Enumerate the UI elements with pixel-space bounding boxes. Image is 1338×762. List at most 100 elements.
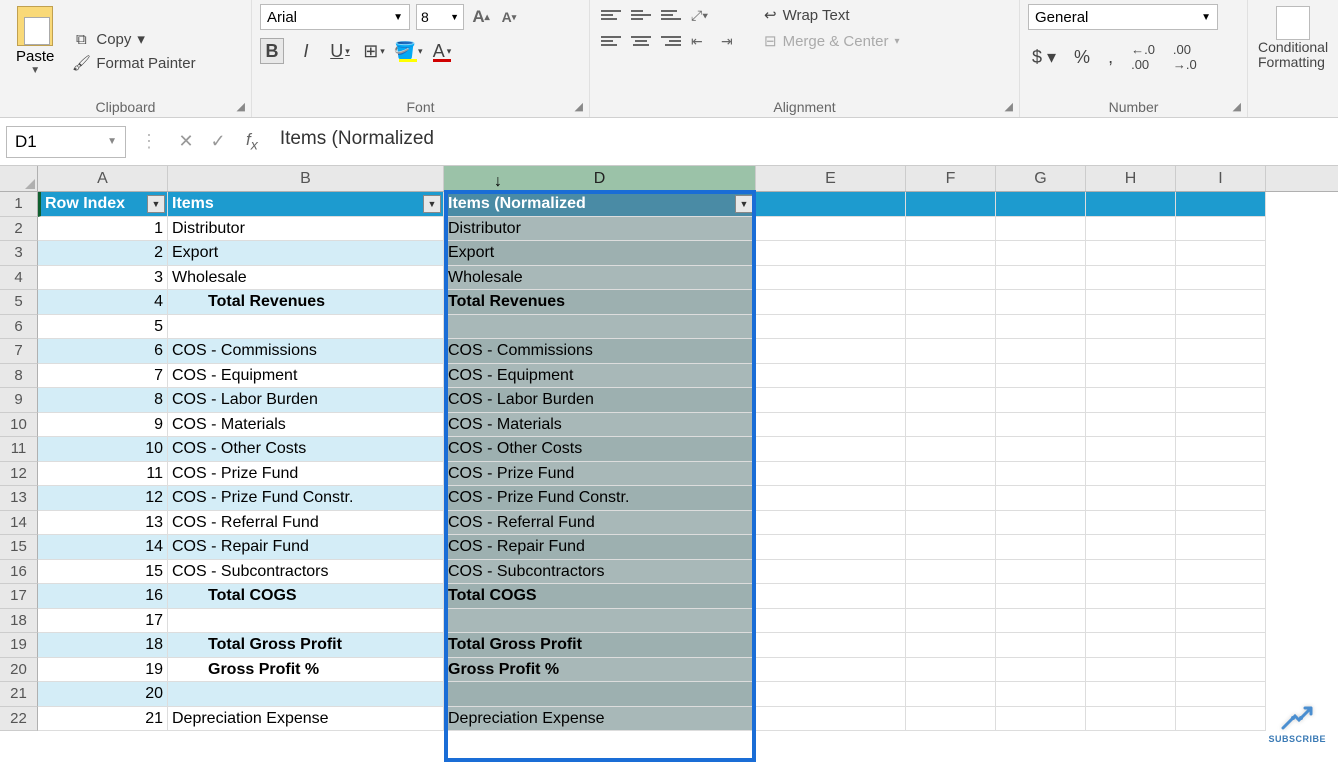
- cell[interactable]: [996, 707, 1086, 732]
- cell[interactable]: [996, 511, 1086, 536]
- cell[interactable]: [1086, 413, 1176, 438]
- cell[interactable]: [1176, 560, 1266, 585]
- row-header[interactable]: 8: [0, 364, 38, 389]
- column-header-E[interactable]: E: [756, 166, 906, 191]
- row-header[interactable]: 1: [0, 192, 38, 217]
- row-header[interactable]: 17: [0, 584, 38, 609]
- cell[interactable]: [1176, 290, 1266, 315]
- row-header[interactable]: 18: [0, 609, 38, 634]
- conditional-formatting-button[interactable]: Conditional Formatting: [1256, 4, 1330, 73]
- bold-button[interactable]: B: [260, 38, 284, 64]
- cell[interactable]: [756, 192, 906, 217]
- cell[interactable]: COS - Materials: [168, 413, 444, 438]
- copy-button[interactable]: ⧉ Copy ▾: [66, 28, 201, 50]
- cell[interactable]: [996, 462, 1086, 487]
- accounting-format-button[interactable]: $ ▾: [1028, 45, 1060, 70]
- wrap-text-button[interactable]: ↩ Wrap Text: [760, 4, 904, 26]
- cell[interactable]: COS - Prize Fund: [168, 462, 444, 487]
- cell[interactable]: [756, 633, 906, 658]
- cell[interactable]: Distributor: [168, 217, 444, 242]
- cell[interactable]: [1176, 217, 1266, 242]
- cell[interactable]: [996, 413, 1086, 438]
- row-header[interactable]: 15: [0, 535, 38, 560]
- cell[interactable]: Export: [444, 241, 756, 266]
- cell[interactable]: [906, 486, 996, 511]
- filter-button[interactable]: ▼: [147, 195, 165, 213]
- cell[interactable]: [996, 609, 1086, 634]
- cell[interactable]: Depreciation Expense: [168, 707, 444, 732]
- cell[interactable]: Export: [168, 241, 444, 266]
- enter-button[interactable]: ✓: [204, 128, 232, 156]
- row-header[interactable]: 13: [0, 486, 38, 511]
- cell[interactable]: [996, 658, 1086, 683]
- cell[interactable]: [906, 682, 996, 707]
- cell[interactable]: [996, 388, 1086, 413]
- cell[interactable]: [906, 241, 996, 266]
- row-header[interactable]: 7: [0, 339, 38, 364]
- cell[interactable]: 19: [38, 658, 168, 683]
- cell[interactable]: Total COGS: [444, 584, 756, 609]
- row-header[interactable]: 16: [0, 560, 38, 585]
- row-header[interactable]: 21: [0, 682, 38, 707]
- cell[interactable]: [444, 682, 756, 707]
- column-header-D[interactable]: ↓ D: [444, 166, 756, 191]
- align-right-button[interactable]: [658, 30, 684, 52]
- cell[interactable]: [1176, 339, 1266, 364]
- cell[interactable]: [996, 682, 1086, 707]
- row-header[interactable]: 11: [0, 437, 38, 462]
- cell[interactable]: [1176, 315, 1266, 340]
- cell[interactable]: [1176, 633, 1266, 658]
- cell[interactable]: [996, 437, 1086, 462]
- cell[interactable]: [756, 707, 906, 732]
- cell[interactable]: [996, 364, 1086, 389]
- cell[interactable]: [906, 290, 996, 315]
- cell[interactable]: 9: [38, 413, 168, 438]
- cell[interactable]: 13: [38, 511, 168, 536]
- cell[interactable]: [756, 339, 906, 364]
- cell[interactable]: [1176, 462, 1266, 487]
- cell[interactable]: [996, 584, 1086, 609]
- row-header[interactable]: 3: [0, 241, 38, 266]
- row-header[interactable]: 19: [0, 633, 38, 658]
- cell[interactable]: [1086, 364, 1176, 389]
- paste-button[interactable]: Paste ▼: [8, 4, 62, 78]
- cell[interactable]: [1176, 609, 1266, 634]
- header-cell[interactable]: Items (Normalized▼: [444, 192, 756, 217]
- decrease-font-button[interactable]: A▾: [498, 6, 520, 28]
- cell[interactable]: 20: [38, 682, 168, 707]
- cell[interactable]: COS - Other Costs: [168, 437, 444, 462]
- cell[interactable]: [906, 462, 996, 487]
- cell[interactable]: [1176, 682, 1266, 707]
- cell[interactable]: [996, 486, 1086, 511]
- cell[interactable]: [1086, 633, 1176, 658]
- cell[interactable]: [906, 266, 996, 291]
- cell[interactable]: [756, 290, 906, 315]
- increase-decimal-button[interactable]: ←.0.00: [1127, 40, 1159, 74]
- cell[interactable]: [1086, 339, 1176, 364]
- cell[interactable]: [1086, 217, 1176, 242]
- cell[interactable]: [444, 609, 756, 634]
- cell[interactable]: [906, 658, 996, 683]
- cell[interactable]: [756, 364, 906, 389]
- cell[interactable]: [756, 535, 906, 560]
- cell[interactable]: COS - Labor Burden: [168, 388, 444, 413]
- cell[interactable]: 12: [38, 486, 168, 511]
- cell[interactable]: [1176, 486, 1266, 511]
- cell[interactable]: [756, 315, 906, 340]
- header-cell[interactable]: Row Index▼: [38, 192, 168, 217]
- cell[interactable]: COS - Materials: [444, 413, 756, 438]
- cell[interactable]: [168, 315, 444, 340]
- cell[interactable]: [996, 217, 1086, 242]
- cell[interactable]: [168, 609, 444, 634]
- comma-format-button[interactable]: ,: [1104, 45, 1117, 70]
- cell[interactable]: 8: [38, 388, 168, 413]
- cell[interactable]: 18: [38, 633, 168, 658]
- dialog-launcher-icon[interactable]: ◢: [1233, 100, 1241, 113]
- cell[interactable]: [1086, 609, 1176, 634]
- cell[interactable]: Total Revenues: [444, 290, 756, 315]
- orientation-button[interactable]: ⤢▾: [688, 4, 714, 26]
- cell[interactable]: [756, 266, 906, 291]
- row-header[interactable]: 12: [0, 462, 38, 487]
- cell[interactable]: Total COGS: [168, 584, 444, 609]
- cell[interactable]: [996, 315, 1086, 340]
